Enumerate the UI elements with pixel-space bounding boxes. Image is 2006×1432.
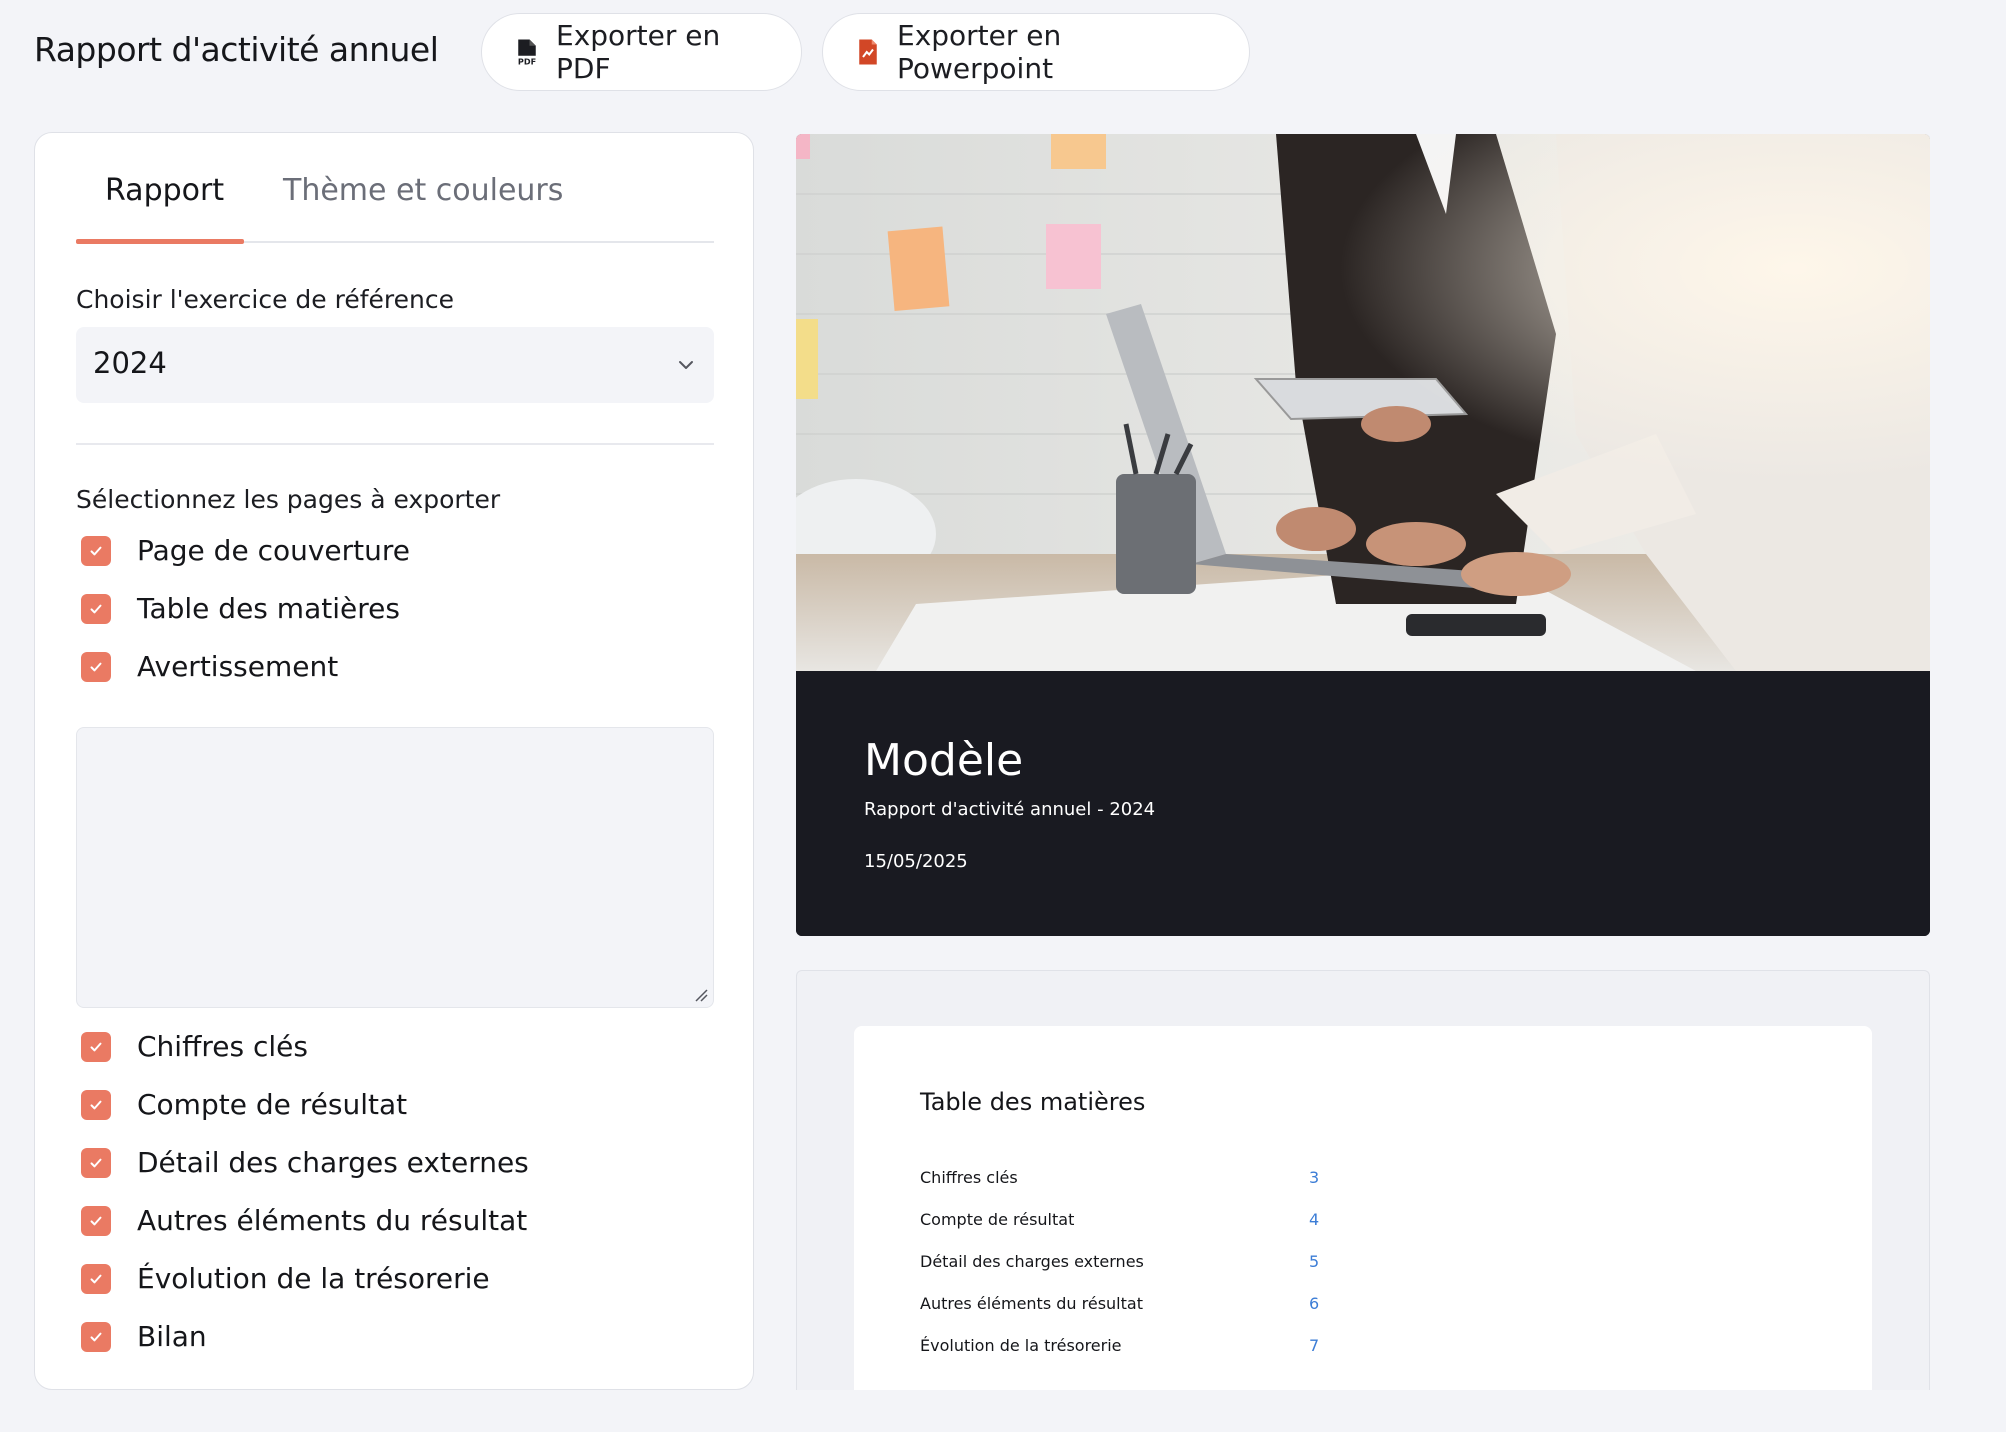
toc-entry: Compte de résultat 4 <box>920 1210 1320 1234</box>
cover-subtitle: Rapport d'activité annuel - 2024 <box>864 799 1156 820</box>
toc-entry-page: 4 <box>1309 1210 1320 1229</box>
check-icon[interactable] <box>81 651 111 682</box>
export-pdf-button[interactable]: PDF Exporter en PDF <box>481 13 802 91</box>
section-divider <box>76 443 714 445</box>
check-icon[interactable] <box>81 593 111 624</box>
page-checkbox-label: Chiffres clés <box>137 1030 308 1063</box>
warning-textarea[interactable] <box>76 727 714 1008</box>
fiscal-year-select[interactable]: 2024 <box>76 327 714 403</box>
pages-to-export-label: Sélectionnez les pages à exporter <box>76 485 501 514</box>
check-icon[interactable] <box>81 535 111 566</box>
page-checkbox-label: Évolution de la trésorerie <box>137 1262 490 1295</box>
toc-entry-label: Évolution de la trésorerie <box>920 1336 1122 1355</box>
toc-entry-label: Compte de résultat <box>920 1210 1075 1229</box>
page-checkbox-bilan[interactable]: Bilan <box>81 1320 207 1353</box>
check-icon[interactable] <box>81 1263 111 1294</box>
page-checkbox-label: Autres éléments du résultat <box>137 1204 528 1237</box>
toc-page: Table des matières Chiffres clés 3 Compt… <box>854 1026 1872 1390</box>
tab-rapport[interactable]: Rapport <box>105 173 224 208</box>
check-icon[interactable] <box>81 1031 111 1062</box>
page-checkbox-table-matieres[interactable]: Table des matières <box>81 592 400 625</box>
toc-entry-page: 5 <box>1309 1252 1320 1271</box>
fiscal-year-label: Choisir l'exercice de référence <box>76 285 454 314</box>
cover-page-preview: Modèle Rapport d'activité annuel - 2024 … <box>796 134 1930 936</box>
page-title: Rapport d'activité annuel <box>34 30 439 69</box>
toc-entry-page: 6 <box>1309 1294 1320 1313</box>
toc-entry: Détail des charges externes 5 <box>920 1252 1320 1276</box>
tab-theme-couleurs[interactable]: Thème et couleurs <box>283 173 563 208</box>
toc-entry: Chiffres clés 3 <box>920 1168 1320 1192</box>
page-checkbox-compte-resultat[interactable]: Compte de résultat <box>81 1088 407 1121</box>
toc-preview: Table des matières Chiffres clés 3 Compt… <box>796 970 1930 1390</box>
check-icon[interactable] <box>81 1205 111 1236</box>
export-powerpoint-button[interactable]: Exporter en Powerpoint <box>822 13 1250 91</box>
toc-entry-label: Détail des charges externes <box>920 1252 1144 1271</box>
toc-entry-label: Chiffres clés <box>920 1168 1018 1187</box>
page-checkbox-autres-elements[interactable]: Autres éléments du résultat <box>81 1204 527 1237</box>
active-tab-indicator <box>76 239 244 244</box>
page-checkbox-label: Bilan <box>137 1320 207 1353</box>
resize-grip-icon[interactable] <box>693 987 709 1003</box>
powerpoint-file-icon <box>853 37 883 67</box>
check-icon[interactable] <box>81 1321 111 1352</box>
cover-date: 15/05/2025 <box>864 851 968 872</box>
export-pdf-label: Exporter en PDF <box>556 19 721 85</box>
page-checkbox-avertissement[interactable]: Avertissement <box>81 650 338 683</box>
toc-entry: Autres éléments du résultat 6 <box>920 1294 1320 1318</box>
svg-text:PDF: PDF <box>518 57 536 67</box>
cover-title-band: Modèle Rapport d'activité annuel - 2024 … <box>796 671 1930 936</box>
page-checkbox-label: Avertissement <box>137 650 339 683</box>
check-icon[interactable] <box>81 1089 111 1120</box>
page-checkbox-chiffres-cles[interactable]: Chiffres clés <box>81 1030 308 1063</box>
page-checkbox-label: Détail des charges externes <box>137 1146 529 1179</box>
page-checkbox-label: Page de couverture <box>137 534 411 567</box>
page-checkbox-couverture[interactable]: Page de couverture <box>81 534 410 567</box>
settings-tabs: Rapport Thème et couleurs <box>76 133 714 244</box>
toc-entry-label: Autres éléments du résultat <box>920 1294 1143 1313</box>
toc-entry-page: 3 <box>1309 1168 1320 1187</box>
chevron-down-icon <box>674 353 698 377</box>
pdf-file-icon: PDF <box>512 37 542 67</box>
page-checkbox-label: Table des matières <box>137 592 400 625</box>
cover-title: Modèle <box>864 735 1024 786</box>
page-checkbox-charges-externes[interactable]: Détail des charges externes <box>81 1146 529 1179</box>
toc-entry: Évolution de la trésorerie 7 <box>920 1336 1320 1360</box>
page-checkbox-label: Compte de résultat <box>137 1088 408 1121</box>
report-settings-panel: Rapport Thème et couleurs Choisir l'exer… <box>34 132 754 1390</box>
export-powerpoint-label: Exporter en Powerpoint <box>897 19 1062 85</box>
cover-photo <box>796 134 1930 671</box>
toc-entry-page: 7 <box>1309 1336 1320 1355</box>
page-checkbox-tresorerie[interactable]: Évolution de la trésorerie <box>81 1262 490 1295</box>
fiscal-year-value: 2024 <box>93 346 167 380</box>
toc-title: Table des matières <box>920 1088 1146 1116</box>
check-icon[interactable] <box>81 1147 111 1178</box>
